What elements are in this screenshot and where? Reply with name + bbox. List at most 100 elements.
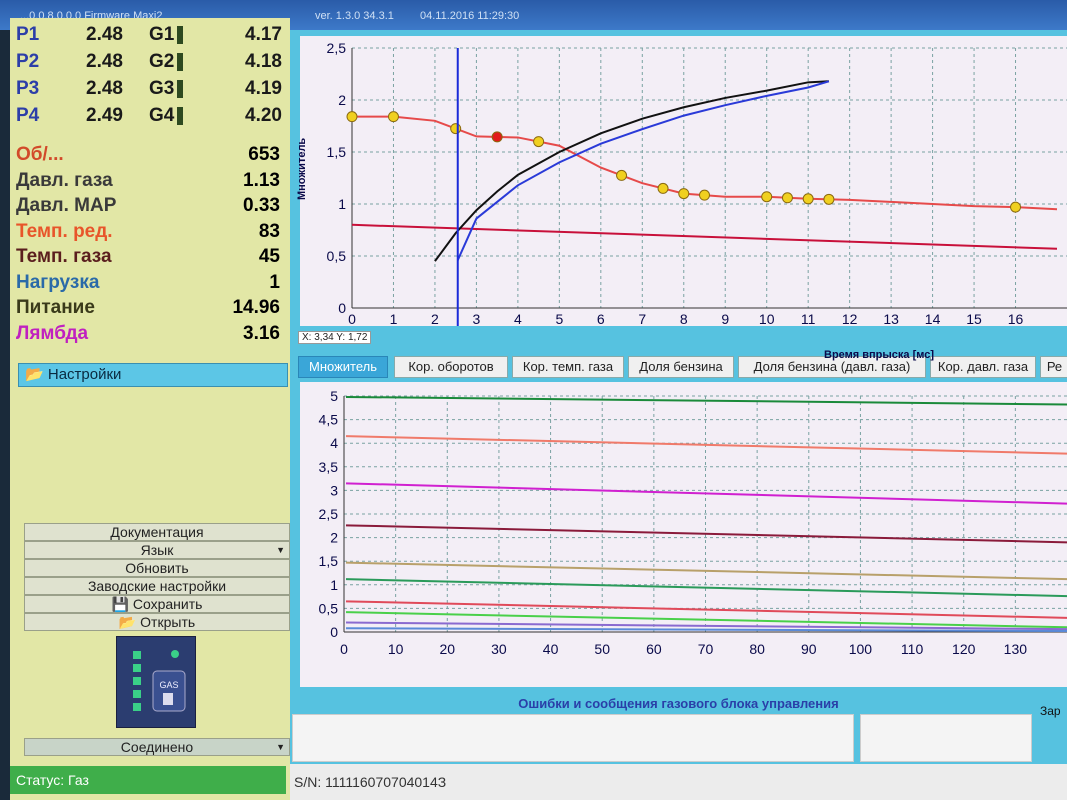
param-value: 0.33: [243, 195, 280, 216]
x-tick-label: 9: [721, 311, 729, 326]
cursor-readout: X: 3,34 Y: 1,72: [298, 331, 372, 344]
curve-point: [533, 136, 545, 148]
curve-point: [802, 193, 814, 205]
pressure-row: P2 2.48 G2 4.18: [16, 51, 288, 77]
x-tick-label: 0: [340, 641, 348, 657]
update-button[interactable]: Обновить: [24, 559, 290, 577]
pressure-row: P4 2.49 G4 4.20: [16, 105, 288, 131]
trend-line: [345, 578, 1067, 598]
documentation-button[interactable]: Документация: [24, 523, 290, 541]
y-tick-label: 2,5: [327, 40, 347, 56]
curve-point: [678, 188, 690, 200]
y-tick-label: 2,5: [319, 506, 339, 522]
param-label: Об/...: [16, 144, 64, 165]
x-tick-label: 2: [431, 311, 439, 326]
g-value: 4.19: [245, 78, 282, 99]
x-tick-label: 6: [597, 311, 605, 326]
connection-select[interactable]: Соединено ▼: [24, 738, 290, 756]
language-select[interactable]: Язык ▼: [24, 541, 290, 559]
param-row: Давл. MAP 0.33: [16, 195, 288, 221]
serial-number: S/N: 111116070704014З: [290, 764, 1067, 800]
p-label: P1: [16, 24, 40, 45]
floppy-icon: 💾: [111, 596, 129, 612]
curve-point: [387, 111, 399, 123]
x-tick-label: 120: [952, 641, 976, 657]
connection-label: Соединено: [120, 739, 194, 755]
curve-point: [491, 131, 503, 143]
param-row: Давл. газа 1.13: [16, 170, 288, 196]
x-tick-label: 12: [842, 311, 858, 326]
y-tick-label: 4: [330, 435, 338, 451]
curve-point: [616, 169, 628, 181]
p-value: 2.48: [86, 24, 123, 45]
curve-point: [1010, 201, 1022, 213]
g-value: 4.17: [245, 24, 282, 45]
y-tick-label: 3: [330, 482, 338, 498]
p-label: P3: [16, 78, 40, 99]
g-label: G2: [149, 51, 184, 73]
x-tick-label: 90: [801, 641, 817, 657]
curve-point: [450, 123, 462, 135]
trend-chart-panel: 0 10 20 30 40 50 60 70 80 90 100 110 120 130 0 0,5 1 1,5 2…: [300, 382, 1067, 687]
errors-list[interactable]: [292, 714, 854, 762]
curve-point: [761, 191, 773, 203]
x-tick-label: 4: [514, 311, 522, 326]
injector-icon: [177, 25, 184, 44]
open-button[interactable]: 📂 Открыть: [24, 613, 290, 631]
chevron-down-icon: ▼: [276, 545, 285, 555]
curve-point: [699, 189, 710, 201]
trend-line: [345, 561, 1067, 581]
trend-chart[interactable]: 0 10 20 30 40 50 60 70 80 90 100 110 120 130 0 0,5 1 1,5 2…: [300, 382, 1067, 687]
tab-petrol-share[interactable]: Доля бензина: [628, 356, 734, 378]
language-label: Язык: [140, 542, 174, 558]
injector-icon: [177, 79, 184, 98]
factory-settings-button[interactable]: Заводские настройки: [24, 577, 290, 595]
x-tick-label: 60: [646, 641, 662, 657]
y-tick-label: 1,5: [319, 553, 339, 569]
g-label: G1: [149, 24, 184, 46]
settings-button[interactable]: 📂 Настройки: [18, 363, 288, 387]
injector-icon: [177, 106, 184, 125]
zar-label: Зар: [1040, 704, 1061, 718]
errors-side-panel: [860, 714, 1032, 762]
x-tick-label: 40: [543, 641, 559, 657]
tab-more[interactable]: Ре: [1040, 356, 1067, 378]
tab-gas-pressure-correction[interactable]: Кор. давл. газа: [930, 356, 1036, 378]
save-label: Сохранить: [132, 596, 203, 612]
tab-rpm-correction[interactable]: Кор. оборотов: [394, 356, 508, 378]
curve-point: [346, 111, 358, 123]
x-tick-label: 7: [638, 311, 646, 326]
param-row: Об/... 653: [16, 144, 288, 170]
tab-multiplier[interactable]: Множитель: [298, 356, 388, 378]
right-panel: 0 1 2 3 4 5 6 7 8 9 10 11 12 13 14 15 16 0 0,5 1 1,5 2 2,5 Мно…: [290, 30, 1067, 800]
y-tick-label: 4,5: [319, 412, 339, 428]
g-value: 4.18: [245, 51, 282, 72]
param-row: Темп. ред. 83: [16, 221, 288, 247]
p-value: 2.49: [86, 105, 123, 126]
x-tick-label: 11: [801, 311, 816, 326]
x-tick-label: 5: [555, 311, 563, 326]
x-tick-label: 80: [749, 641, 765, 657]
param-value: 1: [269, 271, 280, 293]
y-tick-label: 2: [338, 92, 346, 108]
param-row: Питание 14.96: [16, 297, 288, 323]
y-tick-label: 3,5: [319, 459, 339, 475]
x-axis-title: Время впрыска [мс]: [824, 349, 934, 361]
param-value: 14.96: [232, 297, 280, 318]
tab-gas-temp-correction[interactable]: Кор. темп. газа: [512, 356, 624, 378]
y-tick-label: 1: [338, 196, 346, 212]
param-label: Темп. ред.: [16, 220, 113, 242]
x-tick-label: 8: [680, 311, 688, 326]
curve-point: [657, 182, 669, 194]
multiplier-chart[interactable]: 0 1 2 3 4 5 6 7 8 9 10 11 12 13 14 15 1600,511,522,5: [300, 36, 1067, 328]
x-tick-label: 20: [439, 641, 455, 657]
x-tick-label: 30: [491, 641, 507, 657]
param-label: Питание: [16, 297, 95, 318]
curve-point: [781, 192, 793, 204]
param-value: 45: [258, 246, 280, 267]
x-tick-label: 14: [925, 311, 941, 326]
x-tick-label: 10: [388, 641, 404, 657]
y-tick-label: 0,5: [319, 600, 339, 616]
title-date: 04.11.2016 11:29:30: [420, 10, 520, 22]
save-button[interactable]: 💾 Сохранить: [24, 595, 290, 613]
